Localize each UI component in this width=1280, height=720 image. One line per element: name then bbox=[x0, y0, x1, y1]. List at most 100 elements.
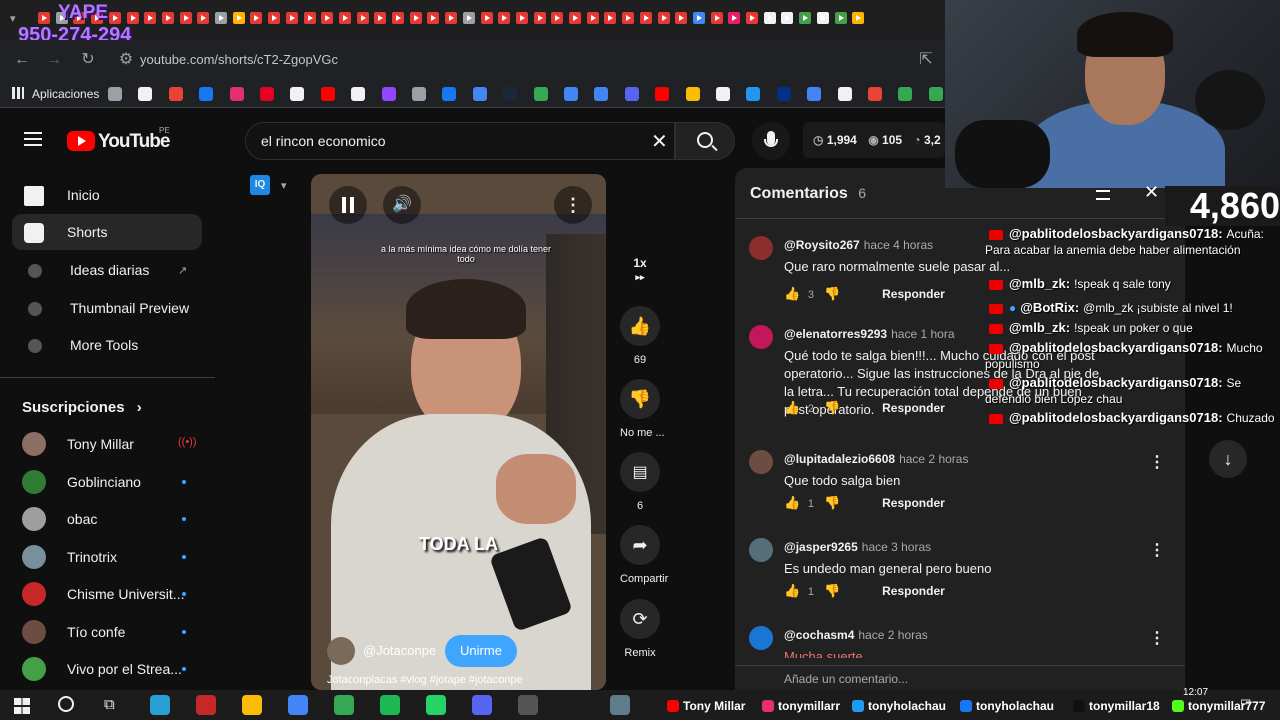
browser-tab-icon[interactable] bbox=[215, 12, 227, 24]
comment-dislike-icon[interactable]: 👎 bbox=[824, 583, 840, 598]
comments-action[interactable]: ▤ 6 bbox=[620, 452, 660, 512]
thumbs-up-icon[interactable]: 👍 bbox=[620, 306, 660, 346]
comment-avatar[interactable] bbox=[749, 325, 773, 349]
close-panel-icon[interactable]: ✕ bbox=[1144, 182, 1159, 203]
bookmark-icon[interactable] bbox=[928, 87, 943, 101]
taskbar-app-icon[interactable] bbox=[610, 695, 630, 715]
tab-menu-chevron-icon[interactable]: ▾ bbox=[10, 12, 16, 25]
reply-button[interactable]: Responder bbox=[882, 401, 945, 415]
browser-tab-icon[interactable] bbox=[816, 12, 829, 24]
browser-tab-icon[interactable] bbox=[374, 12, 387, 24]
sidebar-item-inicio[interactable]: Inicio bbox=[12, 177, 202, 213]
browser-tab-icon[interactable] bbox=[604, 12, 617, 24]
comment-dislike-icon[interactable]: 👎 bbox=[824, 400, 840, 415]
subscription-item[interactable]: Goblinciano bbox=[12, 464, 202, 500]
comment-more-icon[interactable]: ⋮ bbox=[1149, 452, 1165, 472]
add-comment-field[interactable]: Añade un comentario... bbox=[735, 665, 1185, 690]
comment-author[interactable]: @lupitadalezio6608 bbox=[784, 452, 895, 466]
comment-avatar[interactable] bbox=[749, 236, 773, 260]
bookmark-icon[interactable] bbox=[320, 87, 335, 101]
pause-button[interactable] bbox=[329, 186, 367, 224]
join-button[interactable]: Unirme bbox=[445, 635, 517, 667]
comment-like-icon[interactable]: 👍 bbox=[784, 400, 804, 415]
sidebar-item-shorts[interactable]: Shorts bbox=[12, 214, 202, 250]
chat-menu-icon[interactable] bbox=[1096, 190, 1110, 200]
clear-search-icon[interactable]: ✕ bbox=[651, 129, 668, 154]
remix-icon[interactable]: ⟳ bbox=[620, 599, 660, 639]
browser-tab-icon[interactable] bbox=[462, 12, 475, 24]
windows-start-icon[interactable] bbox=[14, 698, 30, 714]
bookmark-icon[interactable] bbox=[412, 87, 426, 101]
bookmark-icon[interactable] bbox=[290, 87, 305, 101]
browser-tab-icon[interactable] bbox=[250, 12, 263, 24]
short-video-player[interactable]: a la más mínima idea cómo me dolía tener… bbox=[311, 174, 606, 690]
browser-tab-icon[interactable] bbox=[515, 12, 528, 24]
volume-button[interactable]: 🔊 bbox=[383, 186, 421, 224]
browser-tab-icon[interactable] bbox=[179, 12, 192, 24]
taskbar-app-icon[interactable] bbox=[242, 695, 262, 715]
dislike-action[interactable]: 👎 No me ... bbox=[620, 379, 665, 439]
iq-dropdown-chevron-icon[interactable]: ▾ bbox=[281, 179, 287, 192]
comment-like-icon[interactable]: 👍 bbox=[784, 583, 804, 598]
stats-extension[interactable]: ◷ 1,994 ◉ 105 ◔ 3,2 bbox=[803, 122, 945, 158]
bookmark-icon[interactable] bbox=[229, 87, 244, 101]
bookmark-icon[interactable] bbox=[776, 87, 791, 101]
bookmark-icon[interactable] bbox=[837, 87, 852, 101]
bookmark-icon[interactable] bbox=[594, 87, 609, 101]
video-hashtags[interactable]: Jotaconplacas #vlog #jotape #jotaconpe bbox=[327, 674, 606, 686]
bookmark-icon[interactable] bbox=[168, 87, 183, 101]
comment-like-icon[interactable]: 👍 bbox=[784, 495, 804, 510]
browser-tab-icon[interactable] bbox=[763, 12, 776, 24]
back-icon[interactable]: ← bbox=[12, 50, 32, 70]
browser-tab-icon[interactable] bbox=[675, 12, 688, 24]
bookmark-icon[interactable] bbox=[746, 87, 761, 101]
share-action[interactable]: ➦ Compartir bbox=[620, 525, 668, 585]
bookmark-icon[interactable] bbox=[624, 87, 639, 101]
browser-tab-icon[interactable] bbox=[834, 12, 847, 24]
bookmarks-apps-label[interactable]: Aplicaciones bbox=[32, 87, 99, 101]
comment-author[interactable]: @Roysito267 bbox=[784, 238, 860, 252]
comment-author[interactable]: @cochasm4 bbox=[784, 628, 854, 642]
like-action[interactable]: 👍 69 bbox=[620, 306, 660, 366]
youtube-logo[interactable]: YouTube PE bbox=[67, 126, 177, 153]
search-box[interactable]: el rincon economico ✕ bbox=[245, 122, 675, 160]
comment-icon[interactable]: ▤ bbox=[620, 452, 660, 492]
taskbar-app-icon[interactable] bbox=[380, 695, 400, 715]
bookmark-icon[interactable] bbox=[564, 87, 578, 101]
sidebar-item-thumbnail-preview[interactable]: Thumbnail Preview bbox=[12, 290, 202, 326]
browser-tab-icon[interactable] bbox=[321, 12, 334, 24]
search-taskbar-icon[interactable] bbox=[58, 696, 74, 712]
browser-tab-icon[interactable] bbox=[409, 12, 422, 24]
browser-tab-icon[interactable] bbox=[551, 12, 564, 24]
reply-button[interactable]: Responder bbox=[882, 584, 945, 598]
browser-tab-icon[interactable] bbox=[303, 12, 316, 24]
bookmark-icon[interactable] bbox=[108, 87, 122, 101]
search-input[interactable]: el rincon economico bbox=[261, 133, 386, 149]
bookmark-icon[interactable] bbox=[260, 87, 274, 101]
browser-tab-icon[interactable] bbox=[427, 12, 440, 24]
browser-tab-icon[interactable] bbox=[657, 12, 670, 24]
bookmark-icon[interactable] bbox=[898, 87, 913, 101]
browser-tab-icon[interactable] bbox=[285, 12, 298, 24]
subscriptions-heading[interactable]: Suscripciones › bbox=[22, 399, 142, 416]
browser-tab-icon[interactable] bbox=[586, 12, 599, 24]
taskbar-app-icon[interactable] bbox=[472, 695, 492, 715]
browser-tab-icon[interactable] bbox=[498, 12, 511, 24]
speed-control[interactable]: 1x ▸▸ bbox=[620, 256, 660, 284]
browser-tab-icon[interactable] bbox=[622, 12, 635, 24]
subscription-item[interactable]: Trinotrix bbox=[12, 539, 202, 575]
taskbar-app-icon[interactable] bbox=[288, 695, 308, 715]
bookmark-icon[interactable] bbox=[351, 87, 366, 101]
forward-icon[interactable]: → bbox=[44, 50, 64, 70]
subscription-item[interactable]: Chisme Universit... bbox=[12, 576, 202, 612]
thumbs-down-icon[interactable]: 👎 bbox=[620, 379, 660, 419]
bookmark-icon[interactable] bbox=[716, 87, 730, 101]
browser-tab-icon[interactable] bbox=[392, 12, 404, 24]
comment-avatar[interactable] bbox=[749, 450, 773, 474]
taskbar-app-icon[interactable] bbox=[518, 695, 538, 715]
remix-action[interactable]: ⟳ Remix bbox=[620, 599, 660, 659]
voice-search-button[interactable] bbox=[752, 122, 790, 160]
comment-author[interactable]: @elenatorres9293 bbox=[784, 327, 887, 341]
reply-button[interactable]: Responder bbox=[882, 496, 945, 510]
bookmark-icon[interactable] bbox=[442, 87, 457, 101]
